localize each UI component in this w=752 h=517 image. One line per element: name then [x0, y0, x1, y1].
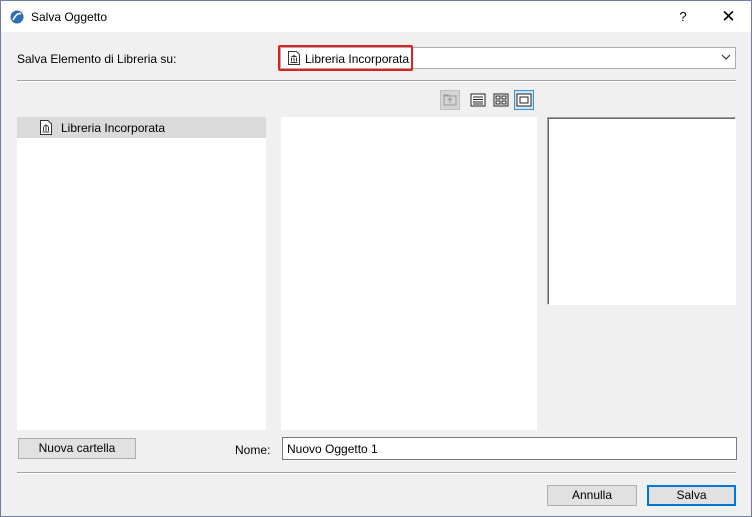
name-input[interactable]: Nuovo Oggetto 1 — [282, 437, 737, 460]
help-button[interactable]: ? — [663, 1, 703, 32]
preview-pane — [547, 117, 736, 305]
folder-tree[interactable]: Libreria Incorporata — [17, 117, 266, 430]
library-location-value: Libreria Incorporata — [305, 52, 410, 66]
preview-frame — [548, 118, 735, 304]
folder-up-icon — [443, 94, 457, 106]
list-view-icon — [470, 93, 486, 107]
separator-bottom — [17, 472, 736, 474]
archicad-app-icon — [10, 10, 24, 24]
list-view-button[interactable] — [468, 90, 488, 110]
folder-up-button[interactable] — [440, 90, 460, 110]
content-list[interactable] — [281, 117, 537, 430]
library-icon — [288, 51, 300, 65]
title-bar: Salva Oggetto ? ✕ — [1, 1, 751, 32]
save-to-label: Salva Elemento di Libreria su: — [17, 52, 177, 66]
tree-item-libreria-incorporata[interactable]: Libreria Incorporata — [17, 117, 266, 138]
library-location-dropdown[interactable]: Libreria Incorporata — [278, 45, 736, 71]
separator-top — [17, 80, 736, 82]
dialog-title: Salva Oggetto — [31, 10, 108, 24]
name-label: Nome: — [235, 443, 271, 457]
library-icon — [40, 120, 52, 135]
save-button[interactable]: Salva — [647, 485, 736, 506]
cancel-button[interactable]: Annulla — [547, 485, 637, 506]
icon-view-icon — [493, 93, 509, 107]
close-button[interactable]: ✕ — [706, 1, 751, 32]
new-folder-button[interactable]: Nuova cartella — [18, 438, 136, 459]
preview-view-icon — [516, 93, 532, 107]
save-object-dialog: Salva Oggetto ? ✕ Salva Elemento di Libr… — [0, 0, 752, 517]
preview-view-button[interactable] — [514, 90, 534, 110]
tree-item-label: Libreria Incorporata — [61, 121, 166, 135]
chevron-down-icon — [721, 54, 731, 60]
icon-view-button[interactable] — [491, 90, 511, 110]
